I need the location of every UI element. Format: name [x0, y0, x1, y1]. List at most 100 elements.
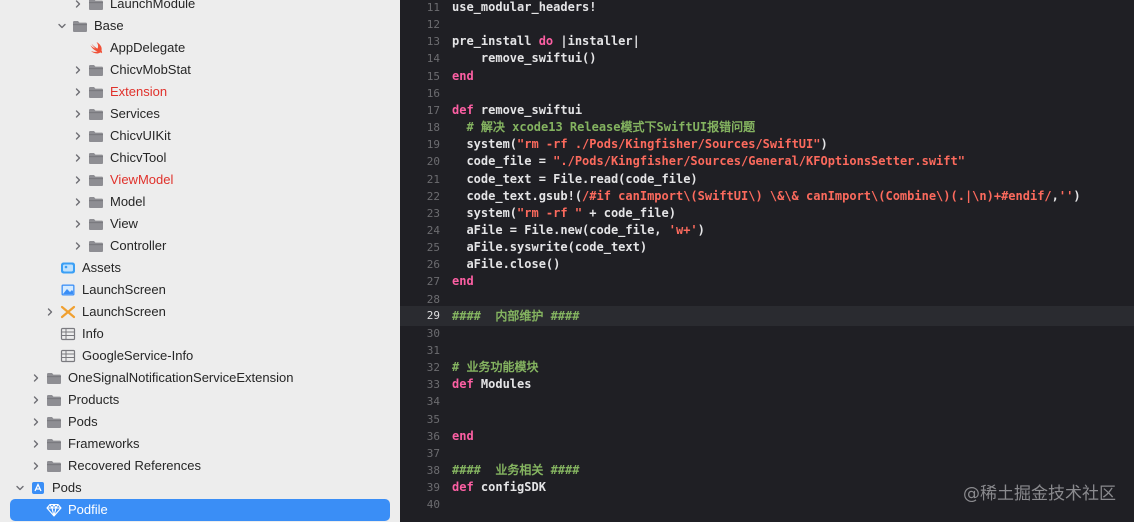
code-line[interactable]: 23 system("rm -rf " + code_file)	[400, 205, 1134, 222]
navigator-row-launchscreen[interactable]: LaunchScreen	[0, 279, 400, 301]
chevron-right-icon[interactable]	[72, 108, 84, 120]
navigator-item-label: OneSignalNotificationServiceExtension	[68, 370, 294, 385]
navigator-item-label: View	[110, 216, 138, 231]
navigator-row-view[interactable]: View	[0, 213, 400, 235]
chevron-right-icon[interactable]	[72, 152, 84, 164]
code-line[interactable]: 20 code_file = "./Pods/Kingfisher/Source…	[400, 153, 1134, 170]
code-line[interactable]: 14 remove_swiftui()	[400, 50, 1134, 67]
code-line[interactable]: 25 aFile.syswrite(code_text)	[400, 239, 1134, 256]
navigator-row-frameworks[interactable]: Frameworks	[0, 433, 400, 455]
code-keyword: end	[452, 274, 474, 289]
navigator-row-extension[interactable]: Extension	[0, 81, 400, 103]
code-line[interactable]: 38 #### 业务相关 ####	[400, 462, 1134, 479]
folder-icon	[88, 107, 104, 121]
folder-icon	[46, 393, 62, 407]
project-icon	[30, 481, 46, 495]
code-token: ,	[1051, 188, 1059, 203]
navigator-row-launchmodule[interactable]: LaunchModule	[0, 0, 400, 15]
code-text: system("rm -rf ./Pods/Kingfisher/Sources…	[452, 136, 827, 153]
line-number: 15	[426, 69, 440, 83]
line-number: 28	[426, 292, 440, 306]
navigator-row-chicvmobstat[interactable]: ChicvMobStat	[0, 59, 400, 81]
code-text: code_text = File.read(code_file)	[452, 171, 697, 188]
assets-icon	[60, 261, 76, 275]
code-token: system(	[452, 137, 518, 152]
code-line[interactable]: 35	[400, 411, 1134, 428]
code-line[interactable]: 16	[400, 85, 1134, 102]
code-line[interactable]: 30	[400, 325, 1134, 342]
chevron-right-icon[interactable]	[44, 306, 56, 318]
code-line[interactable]: 15 end	[400, 68, 1134, 85]
line-number: 39	[426, 481, 440, 495]
chevron-right-icon[interactable]	[72, 64, 84, 76]
code-line[interactable]: 33 def Modules	[400, 376, 1134, 393]
navigator-row-controller[interactable]: Controller	[0, 235, 400, 257]
chevron-right-icon[interactable]	[30, 372, 42, 384]
chevron-right-icon[interactable]	[30, 438, 42, 450]
chevron-right-icon[interactable]	[72, 174, 84, 186]
line-number: 29	[426, 309, 440, 323]
chevron-right-icon[interactable]	[30, 394, 42, 406]
code-text: def configSDK	[452, 479, 546, 496]
code-editor[interactable]: 11 use_modular_headers! 12 13 pre_install do…	[400, 0, 1134, 522]
code-line[interactable]: 11 use_modular_headers!	[400, 0, 1134, 16]
line-number: 35	[426, 412, 440, 426]
code-text: aFile.close()	[452, 256, 560, 273]
navigator-row-pods[interactable]: Pods	[0, 477, 400, 499]
navigator-row-model[interactable]: Model	[0, 191, 400, 213]
chevron-right-icon[interactable]	[72, 196, 84, 208]
navigator-row-chicvtool[interactable]: ChicvTool	[0, 147, 400, 169]
line-number: 13	[426, 35, 440, 49]
chevron-right-icon[interactable]	[72, 0, 84, 10]
code-line[interactable]: 27 end	[400, 273, 1134, 290]
navigator-row-recovered-references[interactable]: Recovered References	[0, 455, 400, 477]
chevron-down-icon[interactable]	[56, 20, 68, 32]
code-line[interactable]: 19 system("rm -rf ./Pods/Kingfisher/Sour…	[400, 136, 1134, 153]
current-code-line[interactable]: 29 #### 内部维护 ####	[400, 306, 1134, 327]
navigator-row-viewmodel[interactable]: ViewModel	[0, 169, 400, 191]
chevron-right-icon[interactable]	[30, 416, 42, 428]
chevron-right-icon[interactable]	[30, 460, 42, 472]
chevron-right-icon[interactable]	[72, 218, 84, 230]
chevron-down-icon[interactable]	[14, 482, 26, 494]
code-line[interactable]: 26 aFile.close()	[400, 256, 1134, 273]
code-line[interactable]: 18 # 解决 xcode13 Release模式下SwiftUI报错问题	[400, 119, 1134, 136]
code-line[interactable]: 13 pre_install do |installer|	[400, 33, 1134, 50]
line-number: 20	[426, 155, 440, 169]
code-line[interactable]: 12	[400, 16, 1134, 33]
navigator-row-info[interactable]: Info	[0, 323, 400, 345]
code-token: aFile = File.new(code_file,	[452, 222, 669, 237]
code-line[interactable]: 36 end	[400, 428, 1134, 445]
code-token: use_modular_headers!	[452, 0, 597, 14]
chevron-right-icon[interactable]	[72, 130, 84, 142]
navigator-item-label: AppDelegate	[110, 40, 186, 55]
navigator-row-products[interactable]: Products	[0, 389, 400, 411]
folder-icon	[46, 459, 62, 473]
code-line[interactable]: 28	[400, 291, 1134, 308]
code-line[interactable]: 22 code_text.gsub!(/#if canImport\(Swift…	[400, 188, 1134, 205]
navigator-row-googleservice-info[interactable]: GoogleService-Info	[0, 345, 400, 367]
code-string: "rm -rf ./Pods/Kingfisher/Sources/SwiftU…	[517, 137, 821, 152]
code-token: |installer|	[553, 34, 640, 49]
project-navigator: LaunchModule Base AppDelegate ChicvMobStat E…	[0, 0, 400, 522]
navigator-row-podfile[interactable]: Podfile	[10, 499, 390, 521]
folder-icon	[46, 371, 62, 385]
navigator-item-label: Services	[110, 106, 160, 121]
code-line[interactable]: 17 def remove_swiftui	[400, 102, 1134, 119]
navigator-row-assets[interactable]: Assets	[0, 257, 400, 279]
chevron-right-icon[interactable]	[72, 86, 84, 98]
code-line[interactable]: 31	[400, 342, 1134, 359]
chevron-right-icon[interactable]	[72, 240, 84, 252]
navigator-row-appdelegate[interactable]: AppDelegate	[0, 37, 400, 59]
navigator-row-base[interactable]: Base	[0, 15, 400, 37]
code-line[interactable]: 21 code_text = File.read(code_file)	[400, 171, 1134, 188]
code-line[interactable]: 32 # 业务功能模块	[400, 359, 1134, 376]
navigator-row-onesignalnotificationserviceextension[interactable]: OneSignalNotificationServiceExtension	[0, 367, 400, 389]
code-line[interactable]: 24 aFile = File.new(code_file, 'w+')	[400, 222, 1134, 239]
navigator-row-services[interactable]: Services	[0, 103, 400, 125]
navigator-row-pods[interactable]: Pods	[0, 411, 400, 433]
code-line[interactable]: 37	[400, 445, 1134, 462]
navigator-row-launchscreen[interactable]: LaunchScreen	[0, 301, 400, 323]
code-line[interactable]: 34	[400, 393, 1134, 410]
navigator-row-chicvuikit[interactable]: ChicvUIKit	[0, 125, 400, 147]
